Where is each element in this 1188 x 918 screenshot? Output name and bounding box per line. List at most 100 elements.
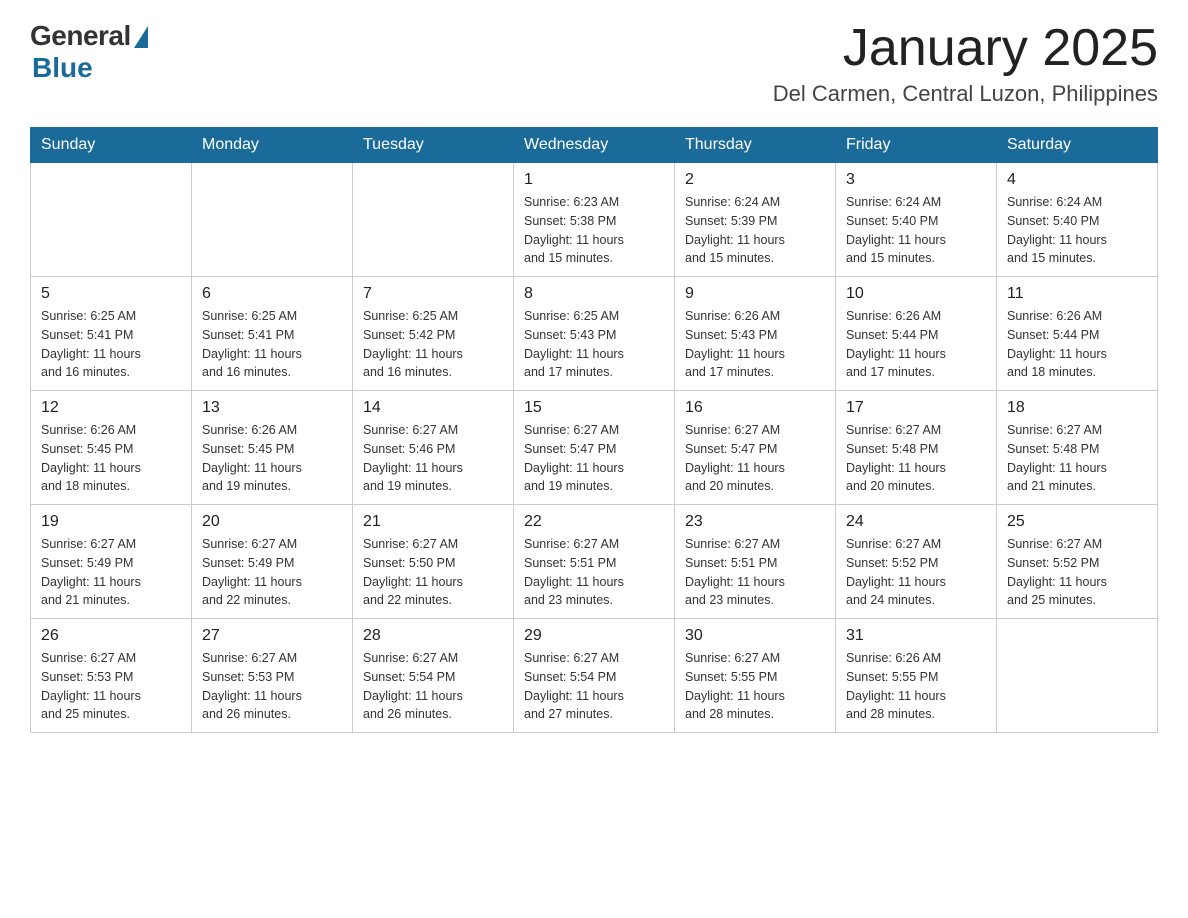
table-row <box>353 163 514 277</box>
table-row: 1 Sunrise: 6:23 AM Sunset: 5:38 PM Daylig… <box>514 163 675 277</box>
weekday-header-row: Sunday Monday Tuesday Wednesday Thursday… <box>31 128 1158 163</box>
day-number: 16 <box>685 399 825 417</box>
header: General Blue January 2025 Del Carmen, Ce… <box>30 20 1158 107</box>
day-info: Sunrise: 6:27 AM Sunset: 5:51 PM Dayligh… <box>685 535 825 610</box>
calendar-week-row: 12Sunrise: 6:26 AM Sunset: 5:45 PM Dayli… <box>31 391 1158 505</box>
day-info: Sunrise: 6:26 AM Sunset: 5:45 PM Dayligh… <box>41 421 181 496</box>
table-row: 9 Sunrise: 6:26 AM Sunset: 5:43 PM Daylig… <box>675 277 836 391</box>
calendar-week-row: 5 Sunrise: 6:25 AM Sunset: 5:41 PM Daylig… <box>31 277 1158 391</box>
logo-blue-text: Blue <box>32 52 93 84</box>
table-row: 5 Sunrise: 6:25 AM Sunset: 5:41 PM Daylig… <box>31 277 192 391</box>
day-info: Sunrise: 6:27 AM Sunset: 5:49 PM Dayligh… <box>202 535 342 610</box>
day-number: 26 <box>41 627 181 645</box>
table-row: 23Sunrise: 6:27 AM Sunset: 5:51 PM Dayli… <box>675 505 836 619</box>
header-thursday: Thursday <box>675 128 836 163</box>
header-saturday: Saturday <box>997 128 1158 163</box>
day-number: 18 <box>1007 399 1147 417</box>
day-info: Sunrise: 6:26 AM Sunset: 5:43 PM Dayligh… <box>685 307 825 382</box>
day-number: 31 <box>846 627 986 645</box>
table-row: 24 Sunrise: 6:27 AM Sunset: 5:52 PM Dayli… <box>836 505 997 619</box>
table-row: 4Sunrise: 6:24 AM Sunset: 5:40 PM Daylig… <box>997 163 1158 277</box>
table-row: 8 Sunrise: 6:25 AM Sunset: 5:43 PM Daylig… <box>514 277 675 391</box>
day-info: Sunrise: 6:26 AM Sunset: 5:44 PM Dayligh… <box>846 307 986 382</box>
table-row: 28Sunrise: 6:27 AM Sunset: 5:54 PM Dayli… <box>353 619 514 733</box>
day-info: Sunrise: 6:27 AM Sunset: 5:54 PM Dayligh… <box>363 649 503 724</box>
day-number: 6 <box>202 285 342 303</box>
day-number: 19 <box>41 513 181 531</box>
day-number: 7 <box>363 285 503 303</box>
day-info: Sunrise: 6:27 AM Sunset: 5:54 PM Dayligh… <box>524 649 664 724</box>
table-row: 14 Sunrise: 6:27 AM Sunset: 5:46 PM Dayli… <box>353 391 514 505</box>
table-row: 7Sunrise: 6:25 AM Sunset: 5:42 PM Daylig… <box>353 277 514 391</box>
day-number: 30 <box>685 627 825 645</box>
day-info: Sunrise: 6:26 AM Sunset: 5:45 PM Dayligh… <box>202 421 342 496</box>
header-sunday: Sunday <box>31 128 192 163</box>
table-row: 18Sunrise: 6:27 AM Sunset: 5:48 PM Dayli… <box>997 391 1158 505</box>
calendar-week-row: 1 Sunrise: 6:23 AM Sunset: 5:38 PM Daylig… <box>31 163 1158 277</box>
day-info: Sunrise: 6:25 AM Sunset: 5:41 PM Dayligh… <box>41 307 181 382</box>
day-number: 11 <box>1007 285 1147 303</box>
day-info: Sunrise: 6:27 AM Sunset: 5:52 PM Dayligh… <box>1007 535 1147 610</box>
day-number: 14 <box>363 399 503 417</box>
day-info: Sunrise: 6:27 AM Sunset: 5:47 PM Dayligh… <box>685 421 825 496</box>
day-info: Sunrise: 6:23 AM Sunset: 5:38 PM Dayligh… <box>524 193 664 268</box>
day-info: Sunrise: 6:27 AM Sunset: 5:53 PM Dayligh… <box>202 649 342 724</box>
day-info: Sunrise: 6:27 AM Sunset: 5:48 PM Dayligh… <box>846 421 986 496</box>
table-row: 6 Sunrise: 6:25 AM Sunset: 5:41 PM Daylig… <box>192 277 353 391</box>
day-number: 2 <box>685 171 825 189</box>
location-title: Del Carmen, Central Luzon, Philippines <box>773 81 1158 107</box>
table-row <box>31 163 192 277</box>
table-row: 16 Sunrise: 6:27 AM Sunset: 5:47 PM Dayli… <box>675 391 836 505</box>
day-info: Sunrise: 6:27 AM Sunset: 5:46 PM Dayligh… <box>363 421 503 496</box>
day-number: 22 <box>524 513 664 531</box>
table-row: 22 Sunrise: 6:27 AM Sunset: 5:51 PM Dayli… <box>514 505 675 619</box>
day-info: Sunrise: 6:27 AM Sunset: 5:52 PM Dayligh… <box>846 535 986 610</box>
calendar-week-row: 26 Sunrise: 6:27 AM Sunset: 5:53 PM Dayli… <box>31 619 1158 733</box>
day-info: Sunrise: 6:27 AM Sunset: 5:55 PM Dayligh… <box>685 649 825 724</box>
table-row: 20Sunrise: 6:27 AM Sunset: 5:49 PM Dayli… <box>192 505 353 619</box>
day-number: 10 <box>846 285 986 303</box>
day-number: 17 <box>846 399 986 417</box>
day-number: 29 <box>524 627 664 645</box>
day-info: Sunrise: 6:24 AM Sunset: 5:40 PM Dayligh… <box>846 193 986 268</box>
calendar-table: Sunday Monday Tuesday Wednesday Thursday… <box>30 127 1158 733</box>
day-info: Sunrise: 6:26 AM Sunset: 5:55 PM Dayligh… <box>846 649 986 724</box>
table-row: 21 Sunrise: 6:27 AM Sunset: 5:50 PM Dayli… <box>353 505 514 619</box>
day-number: 4 <box>1007 171 1147 189</box>
day-number: 5 <box>41 285 181 303</box>
table-row: 29 Sunrise: 6:27 AM Sunset: 5:54 PM Dayli… <box>514 619 675 733</box>
table-row: 27Sunrise: 6:27 AM Sunset: 5:53 PM Dayli… <box>192 619 353 733</box>
day-number: 8 <box>524 285 664 303</box>
logo-general-text: General <box>30 20 131 52</box>
table-row: 3 Sunrise: 6:24 AM Sunset: 5:40 PM Daylig… <box>836 163 997 277</box>
table-row: 19 Sunrise: 6:27 AM Sunset: 5:49 PM Dayli… <box>31 505 192 619</box>
logo: General Blue <box>30 20 148 84</box>
table-row: 30 Sunrise: 6:27 AM Sunset: 5:55 PM Dayli… <box>675 619 836 733</box>
table-row <box>192 163 353 277</box>
day-info: Sunrise: 6:27 AM Sunset: 5:51 PM Dayligh… <box>524 535 664 610</box>
day-number: 24 <box>846 513 986 531</box>
table-row <box>997 619 1158 733</box>
day-number: 3 <box>846 171 986 189</box>
table-row: 12Sunrise: 6:26 AM Sunset: 5:45 PM Dayli… <box>31 391 192 505</box>
day-info: Sunrise: 6:24 AM Sunset: 5:39 PM Dayligh… <box>685 193 825 268</box>
table-row: 11Sunrise: 6:26 AM Sunset: 5:44 PM Dayli… <box>997 277 1158 391</box>
day-number: 15 <box>524 399 664 417</box>
table-row: 25Sunrise: 6:27 AM Sunset: 5:52 PM Dayli… <box>997 505 1158 619</box>
header-tuesday: Tuesday <box>353 128 514 163</box>
table-row: 17 Sunrise: 6:27 AM Sunset: 5:48 PM Dayli… <box>836 391 997 505</box>
day-info: Sunrise: 6:27 AM Sunset: 5:53 PM Dayligh… <box>41 649 181 724</box>
day-info: Sunrise: 6:25 AM Sunset: 5:41 PM Dayligh… <box>202 307 342 382</box>
day-info: Sunrise: 6:27 AM Sunset: 5:47 PM Dayligh… <box>524 421 664 496</box>
day-info: Sunrise: 6:27 AM Sunset: 5:49 PM Dayligh… <box>41 535 181 610</box>
calendar-week-row: 19 Sunrise: 6:27 AM Sunset: 5:49 PM Dayli… <box>31 505 1158 619</box>
day-number: 21 <box>363 513 503 531</box>
day-info: Sunrise: 6:25 AM Sunset: 5:43 PM Dayligh… <box>524 307 664 382</box>
logo-triangle-icon <box>134 26 148 48</box>
header-wednesday: Wednesday <box>514 128 675 163</box>
day-number: 1 <box>524 171 664 189</box>
day-info: Sunrise: 6:27 AM Sunset: 5:50 PM Dayligh… <box>363 535 503 610</box>
day-number: 9 <box>685 285 825 303</box>
table-row: 31 Sunrise: 6:26 AM Sunset: 5:55 PM Dayli… <box>836 619 997 733</box>
header-monday: Monday <box>192 128 353 163</box>
